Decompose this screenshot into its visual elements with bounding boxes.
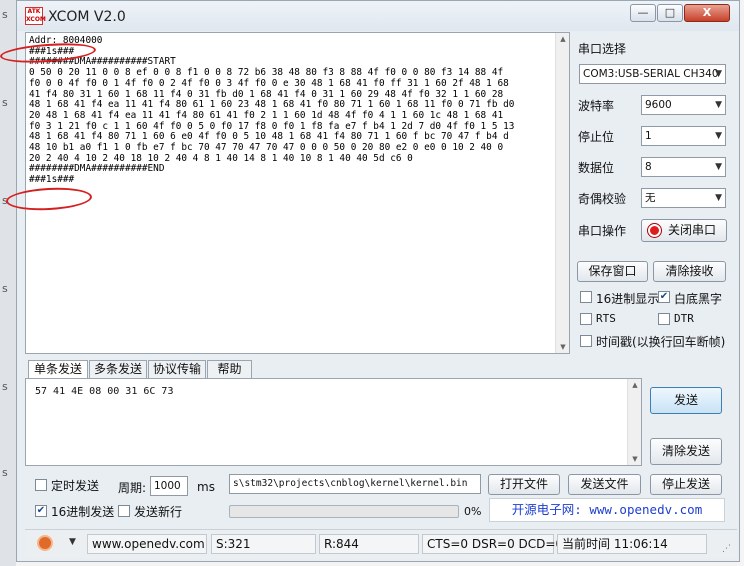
baud-select[interactable]: 9600 ▼ bbox=[641, 95, 726, 115]
data-bits-label: 数据位 bbox=[578, 161, 615, 175]
scroll-up-arrow-icon[interactable]: ▲ bbox=[556, 33, 569, 45]
chevron-down-icon: ▼ bbox=[715, 69, 722, 79]
maximize-button[interactable]: □ bbox=[657, 4, 683, 22]
receive-textarea[interactable]: Addr: 8004000 ###1s### ########DMA########… bbox=[25, 32, 570, 354]
stop-bits-value: 1 bbox=[645, 130, 652, 142]
chevron-down-icon: ▼ bbox=[715, 162, 722, 172]
baud-label: 波特率 bbox=[578, 99, 615, 113]
minimize-button[interactable]: — bbox=[630, 4, 656, 22]
chevron-down-icon: ▼ bbox=[715, 193, 722, 203]
status-signals: CTS=0 DSR=0 DCD=0 bbox=[422, 534, 563, 554]
timestamp-checkbox[interactable] bbox=[580, 335, 592, 347]
send-scrollbar[interactable]: ▲ ▼ bbox=[627, 379, 641, 465]
save-window-button[interactable]: 保存窗口 bbox=[577, 261, 648, 282]
chevron-down-icon[interactable]: ▼ bbox=[69, 537, 76, 547]
receive-line: f0 0 0 4f f0 0 1 4f f0 0 2 4f f0 0 3 4f … bbox=[29, 77, 509, 89]
rts-label: RTS bbox=[596, 312, 616, 325]
window-title: XCOM V2.0 bbox=[48, 9, 126, 25]
chevron-down-icon: ▼ bbox=[715, 131, 722, 141]
send-button[interactable]: 发送 bbox=[650, 387, 722, 414]
strip-char: s bbox=[2, 96, 8, 109]
strip-char: s bbox=[2, 466, 8, 479]
hex-display-checkbox[interactable] bbox=[580, 291, 592, 303]
receive-scrollbar[interactable]: ▲ ▼ bbox=[555, 33, 569, 353]
receive-line: ###1s### bbox=[29, 174, 75, 186]
stop-bits-label: 停止位 bbox=[578, 130, 615, 144]
file-path-input[interactable]: s\stm32\projects\cnblog\kernel\kernel.bi… bbox=[229, 474, 481, 494]
ms-label: ms bbox=[197, 480, 215, 494]
stop-send-button[interactable]: 停止发送 bbox=[650, 474, 722, 495]
receive-line: Addr: 8004000 bbox=[29, 35, 103, 46]
data-bits-value: 8 bbox=[645, 161, 652, 173]
send-newline-label: 发送新行 bbox=[134, 505, 183, 519]
send-text: 57 41 4E 08 00 31 6C 73 bbox=[35, 386, 174, 397]
progress-label: 0% bbox=[464, 505, 482, 518]
resize-grip-icon[interactable]: ⋰ bbox=[722, 544, 731, 554]
stop-bits-select[interactable]: 1 ▼ bbox=[641, 126, 726, 146]
scroll-down-arrow-icon[interactable]: ▼ bbox=[556, 341, 569, 353]
scroll-up-arrow-icon[interactable]: ▲ bbox=[628, 379, 642, 391]
send-newline-checkbox[interactable] bbox=[118, 505, 130, 517]
timed-send-checkbox[interactable] bbox=[35, 479, 47, 491]
strip-char: s bbox=[2, 282, 8, 295]
send-textarea[interactable]: 57 41 4E 08 00 31 6C 73 ▲ ▼ bbox=[25, 378, 642, 466]
desktop-background-strip: s s s s s s bbox=[0, 0, 16, 566]
baud-value: 9600 bbox=[645, 99, 672, 111]
settings-gear-icon[interactable] bbox=[37, 535, 53, 551]
hex-send-checkbox[interactable]: ✔ bbox=[35, 505, 47, 517]
white-black-label: 白底黑字 bbox=[674, 292, 723, 306]
tab-protocol[interactable]: 协议传输 bbox=[148, 360, 206, 378]
close-button[interactable]: X bbox=[684, 4, 730, 22]
scroll-down-arrow-icon[interactable]: ▼ bbox=[628, 453, 642, 465]
period-label: 周期: bbox=[118, 481, 147, 495]
app-logo-icon: ATK XCOM bbox=[25, 7, 46, 25]
timestamp-label: 时间戳(以换行回车断帧) bbox=[596, 335, 726, 349]
receive-line: ########DMA##########END bbox=[29, 163, 165, 175]
port-select[interactable]: COM3:USB-SERIAL CH340 ▼ bbox=[579, 64, 726, 84]
parity-select[interactable]: 无 ▼ bbox=[641, 188, 726, 208]
hex-send-label: 16进制发送 bbox=[51, 505, 115, 519]
rts-checkbox[interactable] bbox=[580, 313, 592, 325]
port-operation-label: 串口操作 bbox=[578, 224, 627, 238]
dtr-checkbox[interactable] bbox=[658, 313, 670, 325]
status-received-count: R:844 bbox=[319, 534, 419, 554]
timed-send-label: 定时发送 bbox=[51, 479, 100, 493]
port-status-icon bbox=[648, 224, 661, 237]
close-port-label: 关闭串口 bbox=[667, 223, 716, 237]
dtr-label: DTR bbox=[674, 312, 694, 325]
close-port-button[interactable]: 关闭串口 bbox=[641, 219, 727, 242]
status-time: 当前时间 11:06:14 bbox=[557, 534, 707, 554]
strip-char: s bbox=[2, 380, 8, 393]
white-black-checkbox[interactable]: ✔ bbox=[658, 291, 670, 303]
strip-char: s bbox=[2, 8, 8, 21]
port-value: COM3:USB-SERIAL CH340 bbox=[583, 68, 719, 80]
chevron-down-icon: ▼ bbox=[715, 100, 722, 110]
send-progress-bar bbox=[229, 505, 459, 518]
receive-text: Addr: 8004000 ###1s### ########DMA########… bbox=[29, 35, 549, 186]
tab-single-send[interactable]: 单条发送 bbox=[28, 360, 88, 379]
tab-multi-send[interactable]: 多条发送 bbox=[89, 360, 147, 378]
hex-display-label: 16进制显示 bbox=[596, 292, 660, 306]
parity-label: 奇偶校验 bbox=[578, 192, 627, 206]
port-label: 串口选择 bbox=[578, 42, 627, 56]
parity-value: 无 bbox=[645, 192, 656, 204]
status-url[interactable]: www.openedv.com bbox=[87, 534, 207, 554]
promo-banner[interactable]: 开源电子网: www.openedv.com bbox=[489, 498, 725, 522]
status-bar: ▼ www.openedv.com S:321 R:844 CTS=0 DSR=… bbox=[25, 529, 737, 558]
clear-receive-button[interactable]: 清除接收 bbox=[653, 261, 726, 282]
period-input[interactable]: 1000 bbox=[150, 476, 188, 496]
status-sent-count: S:321 bbox=[211, 534, 316, 554]
open-file-button[interactable]: 打开文件 bbox=[488, 474, 560, 495]
data-bits-select[interactable]: 8 ▼ bbox=[641, 157, 726, 177]
send-file-button[interactable]: 发送文件 bbox=[568, 474, 641, 495]
tab-help[interactable]: 帮助 bbox=[207, 360, 252, 378]
clear-send-button[interactable]: 清除发送 bbox=[650, 438, 722, 465]
